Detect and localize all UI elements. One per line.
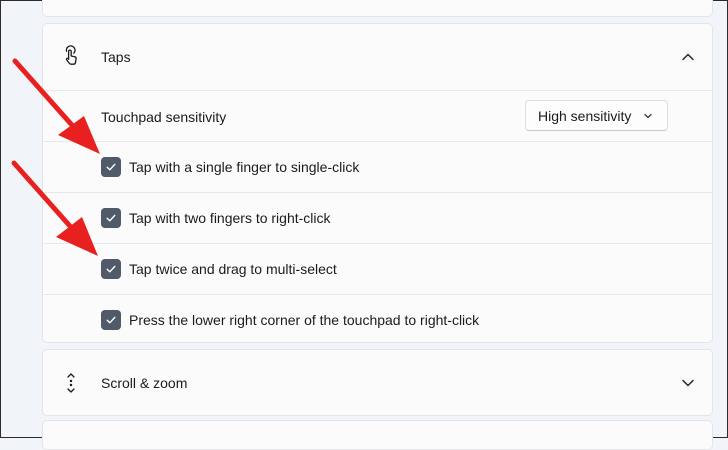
lower-right-corner-click-checkbox[interactable] — [101, 310, 121, 330]
tap-option-row[interactable]: Tap twice and drag to multi-select — [43, 243, 712, 294]
scroll-zoom-section-title: Scroll & zoom — [101, 375, 188, 391]
sensitivity-dropdown[interactable]: High sensitivity — [525, 100, 668, 131]
chevron-down-icon — [644, 113, 652, 119]
touchpad-sensitivity-label: Touchpad sensitivity — [101, 109, 227, 125]
checkmark-icon — [106, 265, 116, 273]
single-finger-click-checkbox[interactable] — [101, 157, 121, 177]
checkmark-icon — [106, 316, 116, 324]
chevron-down-icon[interactable] — [680, 375, 696, 391]
sensitivity-dropdown-value: High sensitivity — [538, 107, 632, 124]
scroll-zoom-section-card[interactable]: Scroll & zoom — [42, 349, 713, 416]
tap-option-row[interactable]: Press the lower right corner of the touc… — [43, 294, 712, 343]
scroll-arrows-icon — [60, 372, 82, 394]
tap-twice-drag-label: Tap twice and drag to multi-select — [129, 261, 337, 277]
next-settings-card — [42, 420, 713, 450]
tap-option-row[interactable]: Tap with two fingers to right-click — [43, 192, 712, 243]
taps-section-header[interactable]: Taps — [43, 24, 712, 90]
two-finger-right-click-checkbox[interactable] — [101, 208, 121, 228]
taps-section-title: Taps — [101, 49, 131, 65]
tap-gesture-icon — [60, 45, 82, 67]
tap-option-row[interactable]: Tap with a single finger to single-click — [43, 141, 712, 192]
chevron-up-icon[interactable] — [680, 49, 696, 65]
lower-right-corner-click-label: Press the lower right corner of the touc… — [129, 312, 480, 328]
two-finger-right-click-label: Tap with two fingers to right-click — [129, 210, 331, 226]
checkmark-icon — [106, 163, 116, 171]
tap-twice-drag-checkbox[interactable] — [101, 259, 121, 279]
single-finger-click-label: Tap with a single finger to single-click — [129, 159, 360, 175]
previous-settings-card — [42, 0, 713, 17]
taps-section-card: Taps Touchpad sensitivity High sensitivi… — [42, 23, 713, 343]
checkmark-icon — [106, 214, 116, 222]
touchpad-sensitivity-row: Touchpad sensitivity High sensitivity — [43, 90, 712, 141]
